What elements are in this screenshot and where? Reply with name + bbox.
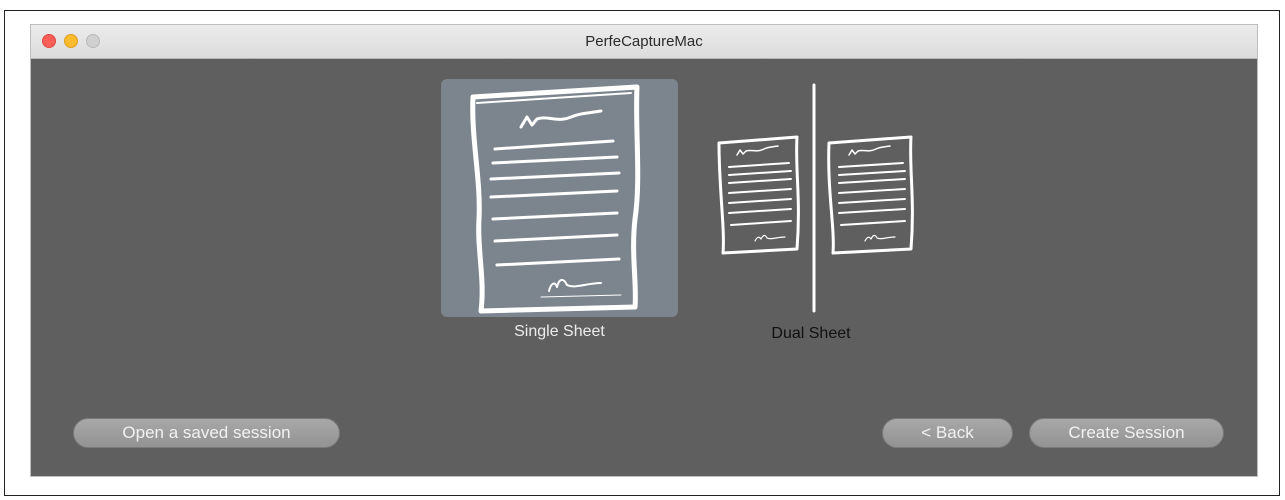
single-sheet-label: Single Sheet <box>514 323 605 340</box>
create-session-button[interactable]: Create Session <box>1029 418 1224 448</box>
title-bar[interactable]: PerfeCaptureMac <box>31 25 1257 59</box>
dual-sheet-label: Dual Sheet <box>771 325 851 342</box>
single-sheet-document-icon <box>470 84 641 314</box>
dual-sheet-option[interactable] <box>711 79 948 317</box>
dual-sheet-document-icon <box>717 83 914 313</box>
back-button[interactable]: < Back <box>882 418 1013 448</box>
app-window: PerfeCaptureMac Single Sheet Dual Sheet … <box>30 24 1258 477</box>
single-sheet-option[interactable] <box>441 79 678 317</box>
open-saved-session-button[interactable]: Open a saved session <box>73 418 340 448</box>
window-title: PerfeCaptureMac <box>585 33 703 50</box>
